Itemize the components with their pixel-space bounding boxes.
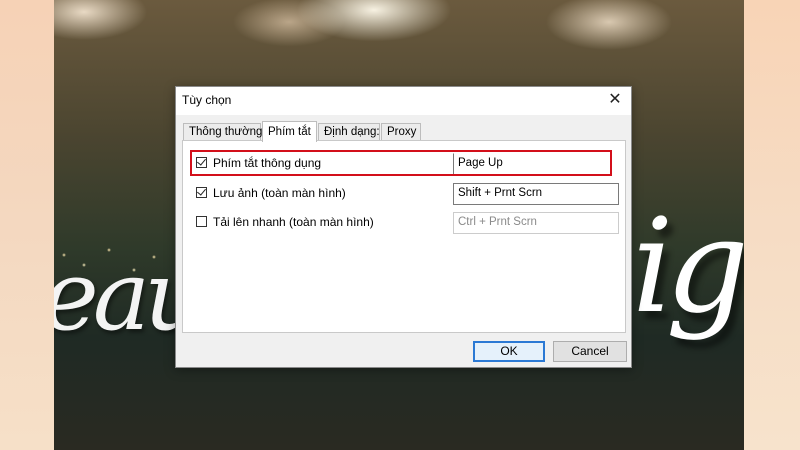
save-screenshot-field[interactable]: Shift + Prnt Scrn <box>453 183 619 205</box>
common-shortcut-field[interactable]: Page Up <box>453 153 619 175</box>
quick-upload-checkbox[interactable] <box>196 216 207 227</box>
dialog-titlebar[interactable]: Tùy chọn ✕ <box>176 87 631 115</box>
common-shortcut-checkbox[interactable] <box>196 156 207 168</box>
quick-upload-field[interactable]: Ctrl + Prnt Scrn <box>453 212 619 234</box>
tab-format[interactable]: Định dạng: <box>318 123 380 140</box>
common-shortcut-label: Phím tắt thông dụng <box>213 156 322 170</box>
background-right-panel <box>744 0 800 450</box>
checkmark-icon <box>197 186 206 196</box>
dialog-title: Tùy chọn <box>182 93 232 107</box>
cancel-button[interactable]: Cancel <box>553 341 627 362</box>
options-dialog: Tùy chọn ✕ Thông thường Phím tắt Định dạ… <box>175 86 632 368</box>
shortcut-row-common: Phím tắt thông dụng Page Up <box>196 153 619 175</box>
tab-proxy[interactable]: Proxy <box>381 123 421 140</box>
save-screenshot-checkbox[interactable] <box>196 186 207 198</box>
checkmark-icon <box>197 156 206 166</box>
quick-upload-label: Tải lên nhanh (toàn màn hình) <box>213 215 374 229</box>
tab-general[interactable]: Thông thường <box>183 123 262 140</box>
ok-button[interactable]: OK <box>473 341 545 362</box>
background-left-panel <box>0 0 54 450</box>
shortcuts-panel: Phím tắt thông dụng Page Up Lưu ảnh (toà… <box>182 140 626 333</box>
shortcut-row-save-screenshot: Lưu ảnh (toàn màn hình) Shift + Prnt Scr… <box>196 183 619 205</box>
tab-shortcuts[interactable]: Phím tắt <box>262 121 317 142</box>
shortcut-row-quick-upload: Tải lên nhanh (toàn màn hình) Ctrl + Prn… <box>196 212 619 234</box>
save-screenshot-label: Lưu ảnh (toàn màn hình) <box>213 186 346 200</box>
script-lettering-right: ig <box>632 190 744 342</box>
close-icon[interactable]: ✕ <box>603 89 627 111</box>
